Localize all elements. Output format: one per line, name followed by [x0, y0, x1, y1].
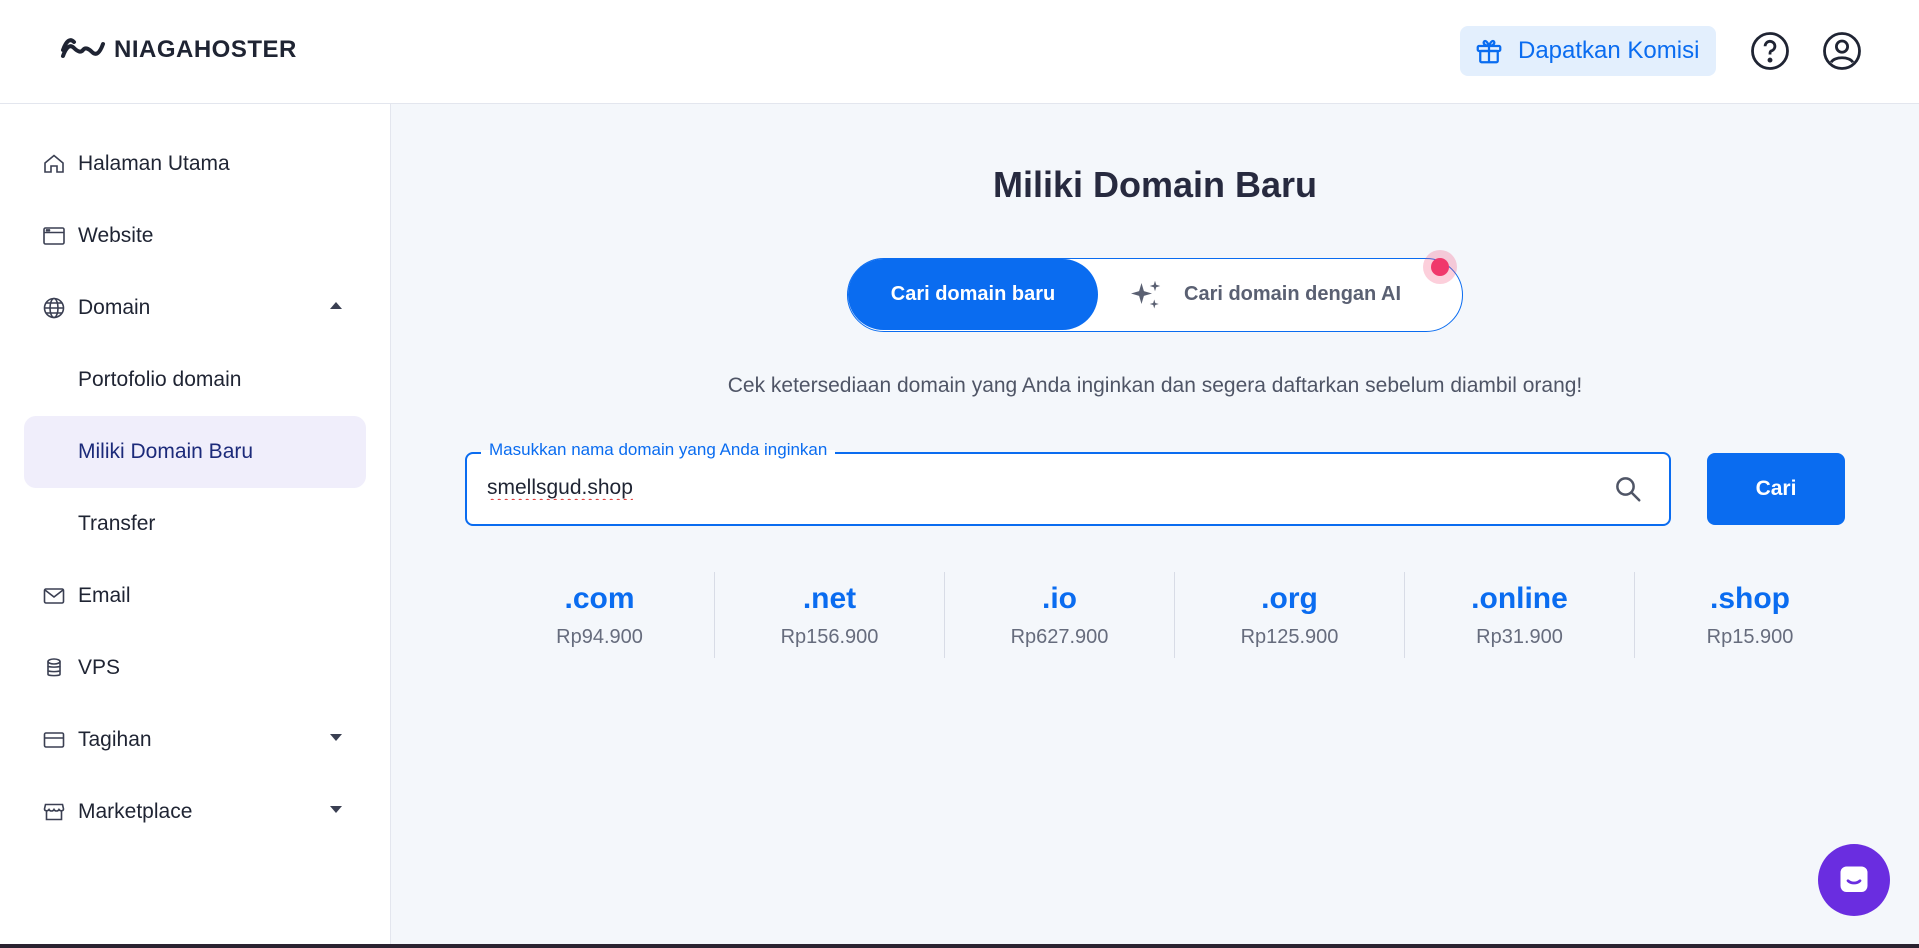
user-account-icon[interactable]: [1821, 30, 1863, 72]
notification-dot: [1423, 250, 1457, 284]
tld-name: .online: [1471, 581, 1568, 615]
help-icon[interactable]: [1749, 30, 1791, 72]
chat-support-button[interactable]: [1818, 844, 1890, 916]
tld-item-io[interactable]: .io Rp627.900: [945, 572, 1175, 658]
sidebar-item-email[interactable]: Email: [24, 560, 366, 632]
domain-search-field: Masukkan nama domain yang Anda inginkan: [465, 440, 1671, 526]
sidebar-item-label: Miliki Domain Baru: [78, 440, 254, 463]
taskbar-edge: [0, 944, 1919, 948]
sidebar-item-label: Domain: [78, 296, 151, 319]
home-icon: [41, 151, 67, 177]
sidebar-item-label: Portofolio domain: [78, 368, 242, 391]
top-header: NIAGAHOSTER Dapatkan Komisi: [0, 0, 1919, 104]
search-icon[interactable]: [1613, 474, 1643, 504]
tld-price: Rp15.900: [1706, 625, 1794, 648]
tld-item-shop[interactable]: .shop Rp15.900: [1635, 572, 1865, 658]
tab-cari-domain-ai[interactable]: Cari domain dengan AI: [1128, 259, 1401, 330]
sidebar-item-label: Marketplace: [78, 800, 193, 823]
sidebar-item-marketplace[interactable]: Marketplace: [24, 776, 366, 848]
store-icon: [41, 799, 67, 825]
page-subtitle: Cek ketersediaan domain yang Anda ingink…: [727, 374, 1583, 397]
search-field-label: Masukkan nama domain yang Anda inginkan: [481, 440, 836, 460]
chat-icon: [1840, 866, 1868, 892]
sidebar-item-vps[interactable]: VPS: [24, 632, 366, 704]
chevron-down-icon: [330, 806, 342, 813]
logo-text: NIAGAHOSTER: [114, 36, 297, 63]
tld-name: .shop: [1710, 581, 1790, 615]
sidebar-item-halaman-utama[interactable]: Halaman Utama: [24, 128, 366, 200]
chevron-down-icon: [330, 734, 342, 741]
tld-name: .com: [564, 581, 635, 615]
chevron-up-icon: [330, 302, 342, 309]
tld-name: .io: [1042, 581, 1077, 615]
database-icon: [41, 655, 67, 681]
sidebar-item-transfer[interactable]: Transfer: [24, 488, 366, 560]
sparkles-icon: [1131, 280, 1161, 308]
niagahoster-logo[interactable]: NIAGAHOSTER: [60, 36, 297, 64]
tld-item-net[interactable]: .net Rp156.900: [715, 572, 945, 658]
browser-window-icon: [41, 223, 67, 249]
tld-price: Rp627.900: [1010, 625, 1109, 648]
niagahoster-logo-icon: [61, 38, 105, 58]
tld-price: Rp125.900: [1240, 625, 1339, 648]
credit-card-icon: [41, 727, 67, 753]
tld-price: Rp156.900: [780, 625, 879, 648]
tld-name: .net: [802, 581, 857, 615]
dapatkan-komisi-button[interactable]: Dapatkan Komisi: [1460, 26, 1716, 76]
domain-search-input[interactable]: [487, 470, 1587, 506]
sidebar-item-miliki-domain-baru[interactable]: Miliki Domain Baru: [24, 416, 366, 488]
tab-label: Cari domain dengan AI: [1184, 283, 1402, 305]
main-content: Miliki Domain Baru Cari domain baru Cari…: [391, 104, 1919, 944]
tld-item-online[interactable]: .online Rp31.900: [1405, 572, 1635, 658]
sidebar-item-label: Halaman Utama: [78, 152, 230, 175]
sidebar-item-domain[interactable]: Domain: [24, 272, 366, 344]
sidebar-item-label: Transfer: [78, 512, 156, 535]
sidebar-item-tagihan[interactable]: Tagihan: [24, 704, 366, 776]
sidebar-item-portofolio-domain[interactable]: Portofolio domain: [24, 344, 366, 416]
tld-price: Rp94.900: [556, 625, 643, 648]
tld-item-com[interactable]: .com Rp94.900: [485, 572, 715, 658]
sidebar-item-label: VPS: [78, 656, 121, 679]
cari-button[interactable]: Cari: [1707, 453, 1845, 525]
gift-icon: [1476, 39, 1502, 64]
sidebar: Halaman Utama Website Domain Portofolio …: [0, 104, 391, 948]
globe-icon: [41, 295, 67, 321]
tld-price: Rp31.900: [1476, 625, 1563, 648]
sidebar-item-label: Email: [78, 584, 131, 607]
tab-label: Cari domain baru: [890, 283, 1056, 305]
dapatkan-komisi-label: Dapatkan Komisi: [1518, 37, 1700, 64]
tab-cari-domain-baru[interactable]: Cari domain baru: [848, 259, 1098, 330]
sidebar-item-website[interactable]: Website: [24, 200, 366, 272]
tld-name: .org: [1261, 581, 1318, 615]
mail-icon: [41, 583, 67, 609]
search-mode-toggle: Cari domain baru Cari domain dengan AI: [847, 250, 1463, 332]
tld-item-org[interactable]: .org Rp125.900: [1175, 572, 1405, 658]
sidebar-item-label: Tagihan: [78, 728, 152, 751]
sidebar-item-label: Website: [78, 224, 154, 247]
tld-price-list: .com Rp94.900 .net Rp156.900 .io Rp627.9…: [485, 572, 1867, 658]
page-title: Miliki Domain Baru: [992, 164, 1318, 205]
